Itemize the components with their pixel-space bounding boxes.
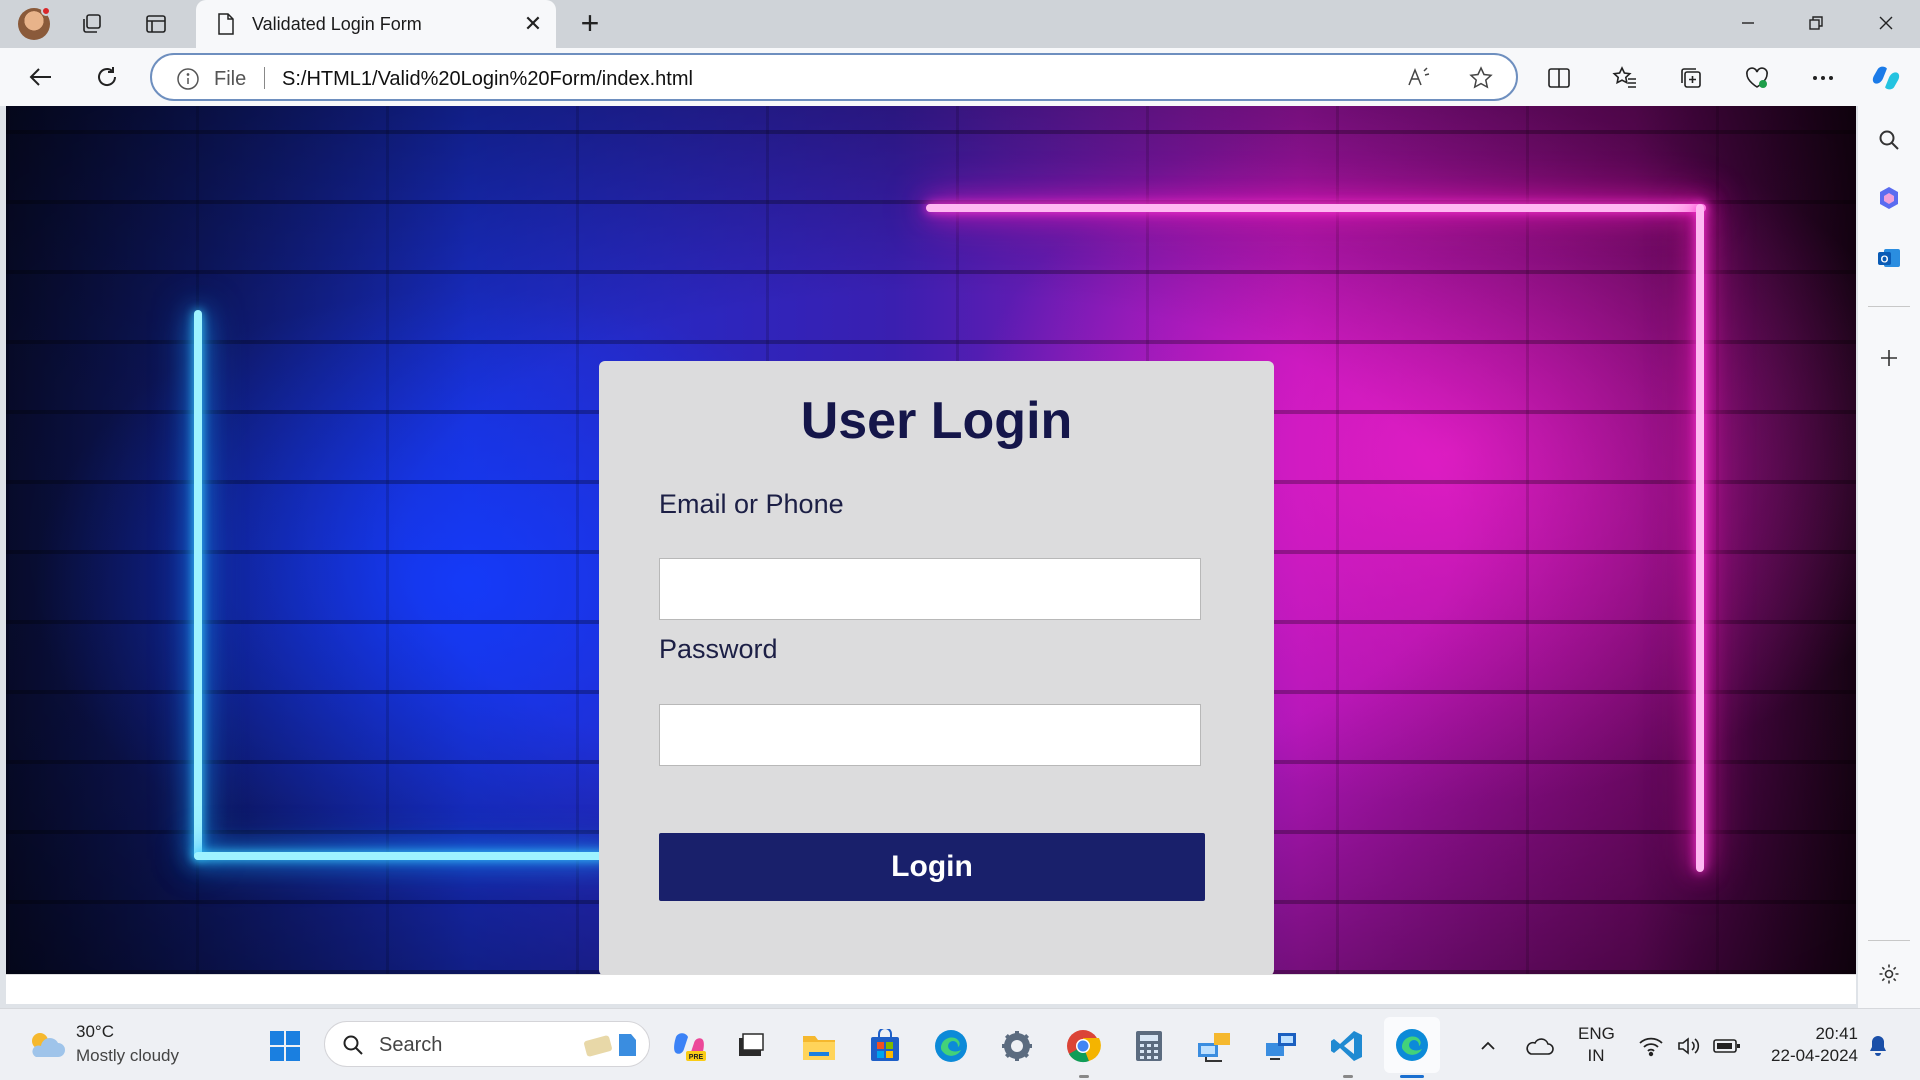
edge-active-indicator: [1400, 1075, 1424, 1078]
login-card: User Login Email or Phone Password Login: [599, 361, 1274, 974]
collections-icon[interactable]: [1675, 62, 1707, 94]
login-button[interactable]: Login: [659, 833, 1205, 901]
tab-close-icon[interactable]: ✕: [520, 11, 546, 37]
wifi-icon[interactable]: [1634, 1027, 1668, 1065]
battery-icon[interactable]: [1710, 1027, 1744, 1065]
page-viewport: User Login Email or Phone Password Login: [6, 106, 1856, 974]
microsoft-store-icon[interactable]: [866, 1027, 904, 1065]
svg-text:O: O: [1881, 255, 1889, 266]
restore-button[interactable]: [1796, 6, 1836, 42]
close-window-button[interactable]: [1866, 6, 1906, 42]
notification-dot: [41, 6, 51, 16]
clock-time[interactable]: 20:41: [1758, 1024, 1858, 1044]
address-separator: [264, 67, 265, 89]
password-field[interactable]: [659, 704, 1201, 766]
outlook-icon[interactable]: O: [1873, 242, 1905, 274]
windows-start-icon[interactable]: [266, 1027, 304, 1065]
minimize-button[interactable]: [1728, 6, 1768, 42]
email-label: Email or Phone: [659, 489, 844, 519]
settings-app-icon[interactable]: [998, 1027, 1036, 1065]
language-indicator[interactable]: ENG: [1578, 1024, 1615, 1044]
read-aloud-icon[interactable]: [1406, 65, 1432, 96]
chevron-up-icon[interactable]: [1472, 1027, 1504, 1065]
refresh-button[interactable]: [90, 60, 124, 94]
tab-title: Validated Login Form: [252, 14, 422, 34]
volume-icon[interactable]: [1672, 1027, 1706, 1065]
add-sidebar-app-icon[interactable]: [1873, 342, 1905, 374]
title-bar: Validated Login Form ✕ +: [0, 0, 1920, 48]
browser-tab-active[interactable]: Validated Login Form ✕: [196, 0, 556, 48]
search-magnifier-icon: [341, 1033, 365, 1062]
favorite-star-icon[interactable]: [1468, 65, 1494, 96]
vscode-running-indicator: [1343, 1075, 1353, 1078]
notification-bell-icon[interactable]: [1862, 1027, 1894, 1065]
search-highlight-icon: [581, 1028, 641, 1067]
document-icon: [216, 13, 236, 40]
back-button[interactable]: [24, 60, 58, 94]
weather-description[interactable]: Mostly cloudy: [76, 1046, 179, 1066]
password-label: Password: [659, 634, 778, 664]
navigation-bar: File S:/HTML1/Valid%20Login%20Form/index…: [0, 48, 1920, 106]
weather-cloud-icon[interactable]: [26, 1029, 66, 1066]
address-bar[interactable]: File S:/HTML1/Valid%20Login%20Form/index…: [150, 53, 1518, 101]
onedrive-cloud-icon[interactable]: [1522, 1027, 1556, 1065]
svg-text:PRE: PRE: [689, 1054, 704, 1061]
taskbar: 30°C Mostly cloudy Search PRE ENG IN 20:…: [0, 1008, 1920, 1080]
file-explorer-icon[interactable]: [800, 1027, 838, 1065]
search-label: Search: [379, 1034, 443, 1056]
search-icon[interactable]: [1873, 124, 1905, 156]
url-text[interactable]: S:/HTML1/Valid%20Login%20Form/index.html: [282, 68, 693, 91]
browser-essentials-icon[interactable]: [1741, 62, 1773, 94]
edge-sidebar: O: [1858, 106, 1920, 1010]
task-view-icon[interactable]: [732, 1027, 770, 1065]
scheme-label: File: [214, 68, 247, 90]
edge-icon[interactable]: [932, 1027, 970, 1065]
neon-blue-line-vertical: [194, 310, 202, 860]
network-tool-icon[interactable]: [1196, 1027, 1234, 1065]
region-indicator[interactable]: IN: [1578, 1046, 1614, 1066]
remote-desktop-icon[interactable]: [1262, 1027, 1300, 1065]
edge-active-icon[interactable]: [1384, 1017, 1440, 1073]
page-title: User Login: [800, 392, 1073, 450]
copilot-app-icon[interactable]: [1873, 182, 1905, 214]
chrome-icon[interactable]: [1064, 1027, 1102, 1065]
calculator-icon[interactable]: [1130, 1027, 1168, 1065]
more-options-icon[interactable]: [1807, 62, 1839, 94]
clock-date[interactable]: 22-04-2024: [1758, 1046, 1858, 1066]
email-field[interactable]: [659, 558, 1201, 620]
neon-blue-line-horizontal: [194, 852, 614, 860]
new-tab-button[interactable]: +: [574, 7, 606, 40]
split-screen-icon[interactable]: [1543, 62, 1575, 94]
workspaces-icon[interactable]: [78, 10, 106, 38]
neon-pink-line-vertical: [1696, 204, 1704, 872]
sidebar-divider: [1868, 306, 1910, 307]
settings-gear-icon[interactable]: [1873, 958, 1905, 990]
info-icon[interactable]: [176, 67, 200, 96]
taskbar-search-box[interactable]: Search: [324, 1021, 650, 1067]
vertical-tabs-icon[interactable]: [142, 10, 170, 38]
vscode-icon[interactable]: [1328, 1027, 1366, 1065]
weather-temp[interactable]: 30°C: [76, 1022, 114, 1042]
sidebar-divider-bottom: [1868, 940, 1910, 941]
copilot-pre-icon[interactable]: PRE: [670, 1027, 708, 1065]
favorites-icon[interactable]: [1609, 62, 1641, 94]
chrome-running-indicator: [1079, 1075, 1089, 1078]
neon-pink-line-horizontal: [926, 204, 1706, 212]
page-bottom-strip: [6, 974, 1856, 1004]
copilot-icon[interactable]: [1870, 62, 1902, 94]
